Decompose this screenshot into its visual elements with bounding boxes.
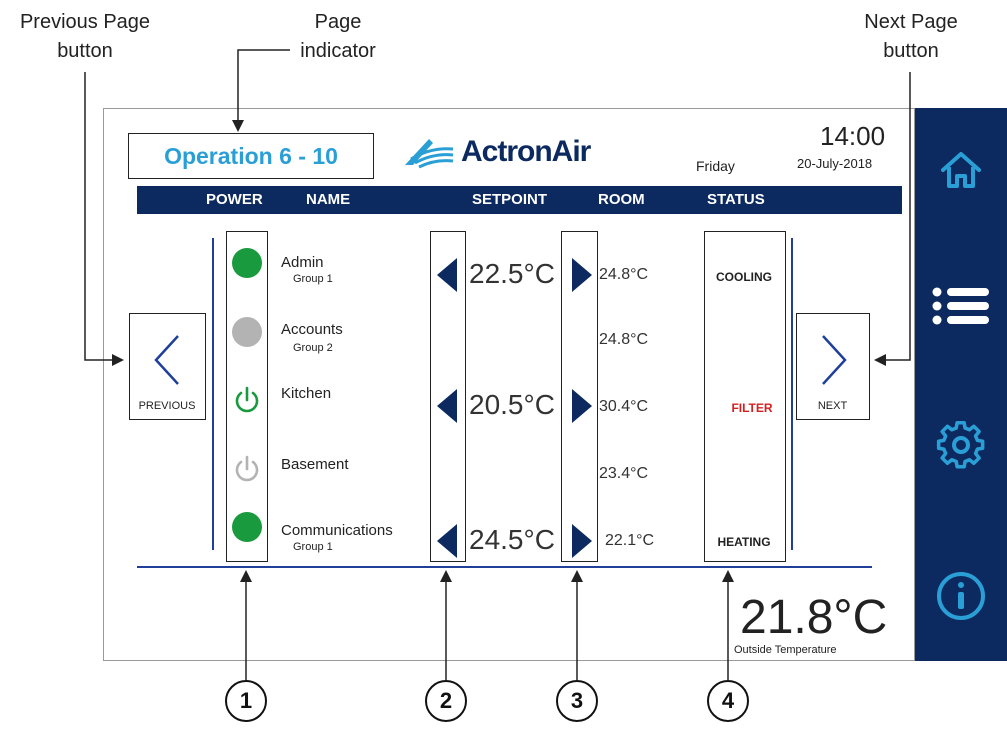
increase-setpoint-icon[interactable] [570, 258, 592, 292]
column-setpoint: SETPOINT [472, 191, 548, 208]
chevron-left-icon [154, 335, 179, 385]
status-filter: FILTER [731, 401, 773, 415]
decrease-setpoint-icon[interactable] [437, 258, 459, 292]
home-icon [941, 152, 981, 188]
next-page-button[interactable]: NEXT [796, 313, 870, 420]
clock-time: 14:00 [820, 121, 886, 151]
setpoint-value: 20.5°C [469, 389, 555, 420]
left-divider [212, 238, 214, 550]
column-room: ROOM [598, 191, 645, 208]
zone-group: Group 1 [293, 541, 333, 553]
day-label: Friday [696, 158, 735, 174]
column-power: POWER [206, 191, 263, 208]
info-icon [937, 572, 985, 620]
room-temperature: 22.1°C [605, 532, 655, 549]
decrease-setpoint-icon[interactable] [437, 389, 459, 423]
outside-temperature-value: 21.8°C [740, 591, 888, 644]
column-status: STATUS [707, 191, 765, 208]
power-symbol-on-icon[interactable] [231, 384, 263, 416]
previous-label: PREVIOUS [138, 400, 196, 412]
increase-setpoint-icon[interactable] [570, 389, 592, 423]
power-symbol-off-icon[interactable] [231, 453, 263, 485]
sidebar [915, 108, 1007, 661]
setpoint-value: 22.5°C [469, 258, 555, 289]
power-dot-on-icon[interactable] [231, 247, 263, 279]
page-indicator: Operation 6 - 10 [128, 133, 374, 179]
zone-name: Basement [281, 456, 349, 473]
previous-page-callout: Previous Page button [19, 11, 151, 62]
callout-number-2: 2 [425, 680, 467, 722]
power-dot-on-icon[interactable] [231, 511, 263, 543]
zone-group: Group 2 [293, 342, 333, 354]
column-name: NAME [306, 191, 351, 208]
brand-wave-icon [405, 139, 454, 169]
menu-icon [932, 287, 989, 325]
outside-temperature-label: Outside Temperature [734, 644, 837, 656]
brand-logo: ActronAir [403, 132, 591, 172]
increase-setpoint-icon[interactable] [570, 524, 592, 558]
bottom-divider [137, 566, 872, 568]
settings-button[interactable] [915, 406, 1007, 486]
zone-name: Accounts [281, 321, 343, 338]
callout-number-3: 3 [556, 680, 598, 722]
callout-number-1: 1 [225, 680, 267, 722]
zone-name: Communications [281, 522, 393, 539]
info-button[interactable] [915, 556, 1007, 636]
status-cooling: COOLING [716, 270, 772, 284]
date-label: 20-July-2018 [797, 156, 873, 171]
callout-number-4: 4 [707, 680, 749, 722]
zone-name: Kitchen [281, 385, 332, 402]
setpoint-value: 24.5°C [469, 524, 555, 555]
chevron-right-icon [822, 335, 847, 385]
zone-group: Group 1 [293, 273, 333, 285]
next-label: NEXT [817, 400, 848, 412]
power-dot-off-icon[interactable] [231, 316, 263, 348]
settings-icon [936, 421, 985, 469]
page-indicator-callout: Page indicator [300, 11, 376, 62]
previous-page-button[interactable]: PREVIOUS [129, 313, 206, 420]
menu-button[interactable] [915, 266, 1007, 346]
decrease-setpoint-icon[interactable] [437, 524, 459, 558]
room-temperature: 24.8°C [599, 266, 649, 283]
room-temperature: 30.4°C [599, 398, 649, 415]
room-temperature: 24.8°C [599, 331, 649, 348]
room-temperature: 23.4°C [599, 465, 649, 482]
zone-name: Admin [281, 254, 324, 271]
brand-name: ActronAir [461, 135, 591, 168]
home-button[interactable] [915, 130, 1007, 210]
status-heating: HEATING [717, 535, 771, 549]
right-divider [791, 238, 793, 550]
next-page-callout: Next Page button [864, 11, 958, 62]
